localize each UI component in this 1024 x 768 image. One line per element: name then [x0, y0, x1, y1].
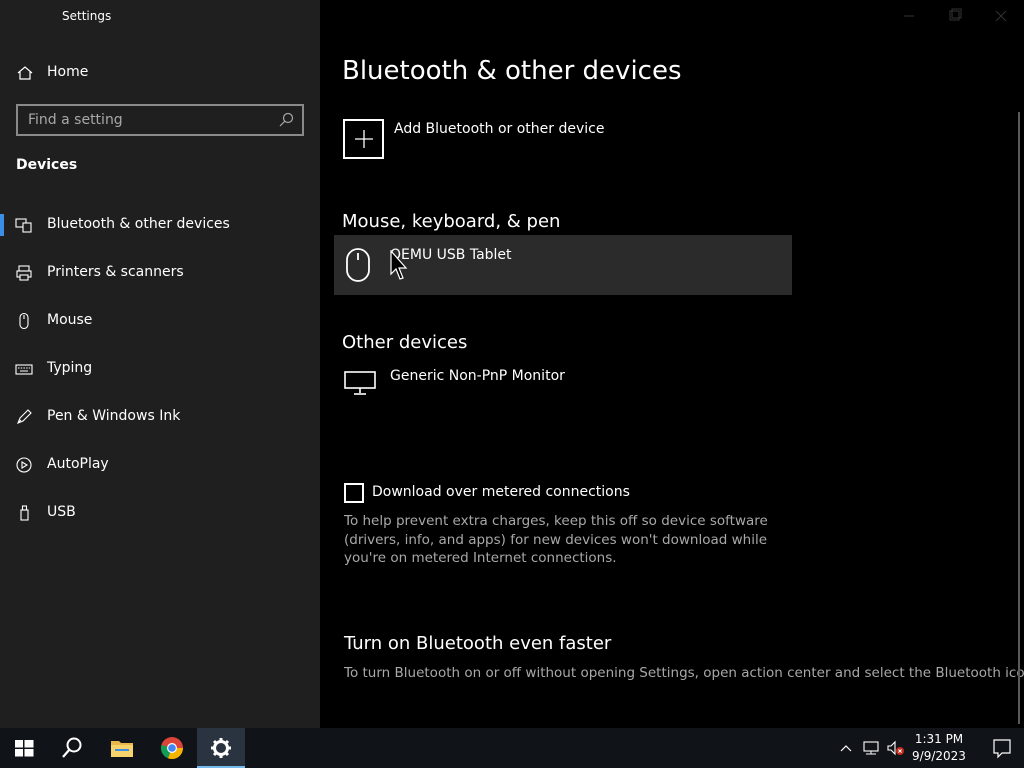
autoplay-icon	[16, 457, 32, 473]
sidebar-item-label: Mouse	[47, 312, 93, 328]
taskbar: 1:31 PM 9/9/2023	[0, 728, 1024, 768]
sidebar-item-mouse[interactable]: Mouse	[0, 301, 320, 341]
close-icon	[995, 10, 1007, 22]
clock-time: 1:31 PM	[914, 732, 964, 746]
sidebar: Settings Home Find a setting Devices Blu…	[0, 0, 320, 728]
metered-description: To help prevent extra charges, keep this…	[344, 513, 768, 566]
sidebar-item-bluetooth[interactable]: Bluetooth & other devices	[0, 205, 320, 245]
keyboard-icon	[15, 364, 33, 375]
taskbar-file-explorer[interactable]	[98, 728, 146, 768]
add-device-label[interactable]: Add Bluetooth or other device	[394, 121, 604, 137]
sidebar-item-label: Printers & scanners	[47, 264, 184, 280]
window-controls	[886, 0, 1024, 32]
scrollbar[interactable]	[1018, 112, 1020, 724]
mouse-cursor-icon	[390, 250, 408, 280]
device-name: Generic Non-PnP Monitor	[390, 368, 565, 384]
sidebar-item-label: Typing	[47, 360, 93, 376]
sidebar-item-label: Pen & Windows Ink	[47, 408, 181, 424]
mouse-icon	[346, 248, 370, 282]
taskbar-chrome[interactable]	[148, 728, 196, 768]
sidebar-item-label: AutoPlay	[47, 456, 109, 472]
group-title-mouse-keyboard-pen: Mouse, keyboard, & pen	[342, 211, 561, 232]
bluetooth-faster-title: Turn on Bluetooth even faster	[344, 633, 612, 654]
group-title-other-devices: Other devices	[342, 332, 468, 353]
section-title: Devices	[16, 157, 78, 173]
sidebar-item-typing[interactable]: Typing	[0, 349, 320, 389]
sidebar-item-usb[interactable]: USB	[0, 493, 320, 533]
app-title: Settings	[62, 9, 112, 23]
file-explorer-icon	[111, 741, 133, 757]
start-button[interactable]	[0, 728, 48, 768]
metered-connections-label[interactable]: Download over metered connections	[372, 484, 630, 500]
minimize-icon	[904, 15, 914, 17]
sidebar-item-label: Bluetooth & other devices	[47, 216, 230, 232]
chevron-up-icon[interactable]	[839, 741, 853, 755]
device-item-generic-monitor[interactable]: Generic Non-PnP Monitor	[334, 356, 792, 416]
selection-indicator	[0, 214, 4, 236]
usb-icon	[20, 505, 29, 521]
device-name: QEMU USB Tablet	[390, 247, 512, 263]
taskbar-search-button[interactable]	[48, 728, 96, 768]
home-icon	[17, 66, 33, 80]
printer-icon	[16, 265, 32, 281]
main-content: Bluetooth & other devices Add Bluetooth …	[320, 0, 1024, 728]
monitor-icon	[344, 371, 376, 395]
close-button[interactable]	[978, 0, 1024, 32]
windows-start-icon	[15, 740, 34, 757]
sidebar-item-printers[interactable]: Printers & scanners	[0, 253, 320, 293]
volume-muted-icon[interactable]	[886, 740, 906, 756]
page-title: Bluetooth & other devices	[342, 56, 682, 86]
maximize-button[interactable]	[932, 0, 978, 32]
sidebar-item-pen[interactable]: Pen & Windows Ink	[0, 397, 320, 437]
sidebar-item-autoplay[interactable]: AutoPlay	[0, 445, 320, 485]
bluetooth-icon	[15, 218, 32, 233]
search-placeholder: Find a setting	[28, 112, 123, 128]
add-device-button[interactable]	[343, 119, 384, 159]
restore-icon	[949, 8, 962, 21]
minimize-button[interactable]	[886, 0, 932, 32]
settings-gear-icon	[211, 738, 231, 758]
sidebar-item-label: USB	[47, 504, 76, 520]
chrome-icon	[161, 737, 184, 760]
network-icon[interactable]	[862, 740, 880, 756]
action-center-button[interactable]	[980, 728, 1024, 768]
sidebar-home[interactable]: Home	[0, 58, 320, 88]
clock-date: 9/9/2023	[912, 749, 966, 763]
plus-icon	[355, 130, 373, 148]
search-icon	[62, 737, 82, 758]
notification-icon	[993, 739, 1011, 759]
bluetooth-faster-description: To turn Bluetooth on or off without open…	[344, 665, 1024, 681]
system-clock[interactable]: 1:31 PM 9/9/2023	[904, 731, 974, 765]
search-icon[interactable]	[278, 112, 294, 128]
mouse-icon	[19, 312, 29, 330]
taskbar-settings[interactable]	[197, 728, 245, 768]
metered-connections-checkbox[interactable]	[344, 483, 364, 503]
pen-icon	[17, 409, 32, 424]
search-input[interactable]: Find a setting	[16, 104, 304, 136]
home-label: Home	[47, 64, 89, 80]
